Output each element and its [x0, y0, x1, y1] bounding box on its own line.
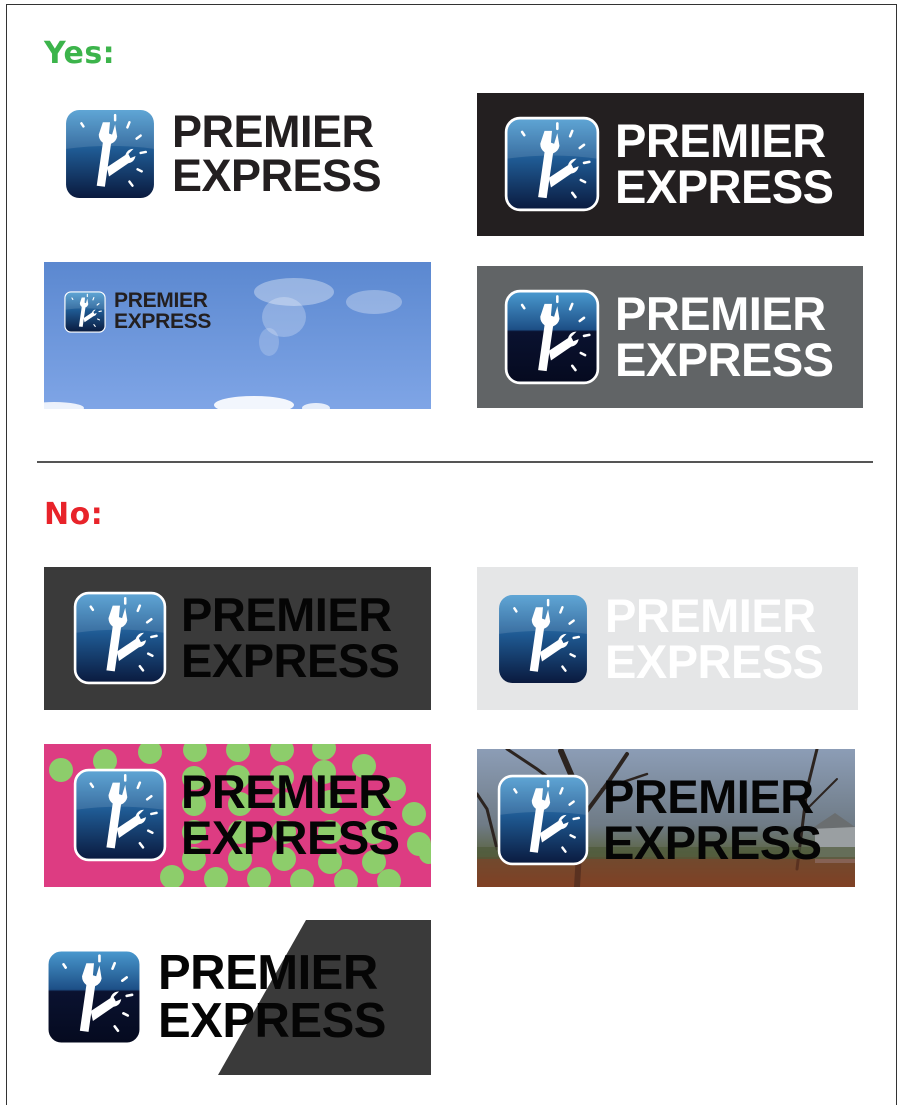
- logo-line-premier: PREMIER: [615, 286, 826, 340]
- logo-line-express: EXPRESS: [605, 635, 824, 689]
- premier-express-logo: PREMIER EXPRESS: [64, 105, 382, 201]
- yes-logo-on-black: PREMIER EXPRESS: [477, 93, 864, 236]
- logo-line-express: EXPRESS: [158, 994, 386, 1048]
- no-logo-low-contrast-dark: PREMIER EXPRESS: [44, 567, 431, 710]
- logo-line-premier: PREMIER: [605, 589, 816, 642]
- logo-line-premier: PREMIER: [181, 764, 392, 818]
- clock-wrench-icon: [73, 591, 167, 685]
- logo-line-express: EXPRESS: [603, 816, 822, 870]
- logo-wordmark: PREMIER EXPRESS: [158, 945, 386, 1048]
- logo-wordmark: PREMIER EXPRESS: [615, 113, 834, 213]
- logo-wordmark: PREMIER EXPRESS: [605, 589, 824, 689]
- logo-line-premier: PREMIER: [615, 113, 826, 167]
- no-heading: No:: [44, 497, 104, 532]
- logo-line-express: EXPRESS: [172, 150, 382, 201]
- logo-line-premier: PREMIER: [172, 105, 374, 157]
- clock-wrench-icon: [504, 116, 600, 212]
- yes-heading: Yes:: [44, 36, 116, 71]
- yes-logo-on-gray: PREMIER EXPRESS: [477, 266, 863, 408]
- logo-wordmark: PREMIER EXPRESS: [172, 105, 382, 201]
- yes-logo-on-sky-photo: PREMIER EXPRESS: [44, 262, 431, 409]
- section-divider: [37, 461, 873, 463]
- logo-wordmark: PREMIER EXPRESS: [114, 291, 211, 332]
- logo-wordmark: PREMIER EXPRESS: [181, 587, 400, 687]
- no-logo-on-busy-photo: PREMIER EXPRESS: [477, 749, 855, 887]
- no-logo-on-split-background: PREMIER EXPRESS: [44, 920, 431, 1075]
- logo-line-premier: PREMIER: [158, 945, 378, 1000]
- logo-wordmark: PREMIER EXPRESS: [603, 770, 822, 870]
- logo-line-express: EXPRESS: [181, 811, 400, 864]
- clock-wrench-icon: [504, 289, 600, 385]
- no-logo-on-busy-pattern: PREMIER EXPRESS: [44, 744, 431, 887]
- premier-express-logo: PREMIER EXPRESS: [45, 948, 386, 1046]
- premier-express-logo: PREMIER EXPRESS: [64, 291, 211, 333]
- clock-wrench-icon: [64, 291, 106, 333]
- logo-line-premier: PREMIER: [181, 587, 392, 641]
- no-logo-low-contrast-light: PREMIER EXPRESS: [477, 567, 858, 710]
- clock-wrench-icon: [64, 108, 156, 200]
- logo-wordmark: PREMIER EXPRESS: [181, 764, 400, 864]
- logo-line-premier: PREMIER: [114, 289, 208, 313]
- logo-line-express: EXPRESS: [615, 333, 834, 386]
- premier-express-logo: PREMIER EXPRESS: [73, 768, 400, 862]
- yes-logo-on-white: PREMIER EXPRESS: [44, 100, 432, 220]
- logo-line-express: EXPRESS: [181, 634, 400, 687]
- premier-express-logo: PREMIER EXPRESS: [497, 770, 822, 870]
- premier-express-logo: PREMIER EXPRESS: [73, 591, 400, 685]
- premier-express-logo: PREMIER EXPRESS: [504, 289, 834, 385]
- logo-line-premier: PREMIER: [603, 770, 814, 823]
- clock-wrench-icon: [497, 774, 589, 866]
- clock-wrench-icon: [45, 948, 143, 1046]
- logo-wordmark: PREMIER EXPRESS: [615, 286, 834, 386]
- clock-wrench-icon: [73, 768, 167, 862]
- premier-express-logo: PREMIER EXPRESS: [497, 589, 824, 689]
- logo-line-express: EXPRESS: [114, 310, 212, 333]
- sky-photo: [44, 278, 402, 409]
- logo-line-express: EXPRESS: [615, 160, 834, 213]
- premier-express-logo: PREMIER EXPRESS: [504, 116, 834, 212]
- clock-wrench-icon: [497, 593, 589, 685]
